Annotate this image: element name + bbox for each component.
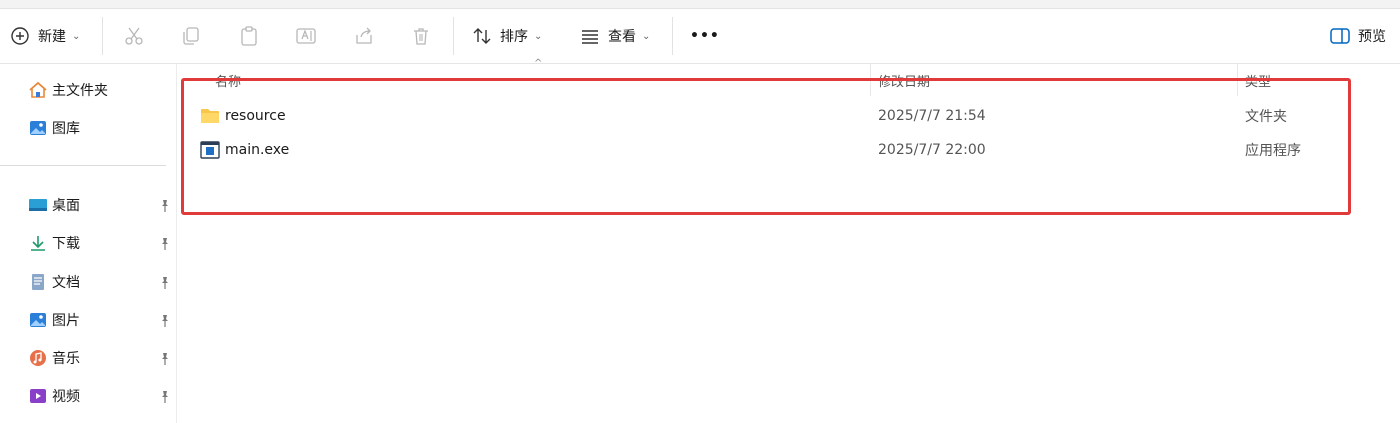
new-button[interactable]: 新建 ⌄ [8, 9, 80, 63]
sidebar-item-pictures[interactable]: 图片 [28, 308, 80, 332]
cut-button[interactable] [122, 9, 146, 63]
sidebar-item-label: 视频 [52, 389, 80, 405]
home-icon [28, 80, 48, 100]
scissors-icon [122, 24, 146, 48]
sidebar-item-documents[interactable]: 文档 [28, 270, 80, 294]
preview-pane-button[interactable]: 预览 [1328, 9, 1386, 63]
rename-button[interactable] [294, 9, 318, 63]
sort-button[interactable]: 排序 ⌄ [470, 9, 542, 63]
sidebar-item-label: 图片 [52, 313, 80, 329]
window-top-strip [0, 0, 1400, 9]
sort-arrows-icon [470, 24, 494, 48]
sidebar-item-gallery[interactable]: 图库 [28, 116, 80, 140]
toolbar-divider [102, 17, 103, 55]
rename-icon [294, 24, 318, 48]
pin-icon[interactable] [158, 313, 172, 327]
copy-button[interactable] [179, 9, 203, 63]
pictures-icon [28, 310, 48, 330]
sidebar-divider [0, 165, 166, 166]
gallery-icon [28, 118, 48, 138]
view-lines-icon [578, 24, 602, 48]
sidebar-item-videos[interactable]: 视频 [28, 384, 80, 408]
clipboard-icon [237, 24, 261, 48]
share-icon [352, 24, 376, 48]
new-label: 新建 [38, 29, 66, 45]
pin-icon[interactable] [158, 275, 172, 289]
toolbar-divider [453, 17, 454, 55]
download-icon [28, 233, 48, 253]
pin-icon[interactable] [158, 351, 172, 365]
pin-icon[interactable] [158, 389, 172, 403]
sidebar-item-label: 文档 [52, 275, 80, 291]
command-bar: 新建 ⌄ 排序 ⌄ 查看 ⌄ ••• 预览 [0, 9, 1400, 64]
sidebar-item-label: 音乐 [52, 351, 80, 367]
sidebar-item-home[interactable]: 主文件夹 [28, 78, 108, 102]
annotation-highlight-box [181, 78, 1351, 215]
sidebar-item-label: 下载 [52, 236, 80, 252]
chevron-down-icon: ⌄ [534, 30, 543, 42]
more-options-button[interactable]: ••• [690, 9, 720, 63]
paste-button[interactable] [237, 9, 261, 63]
view-button[interactable]: 查看 ⌄ [578, 9, 650, 63]
plus-circle-icon [8, 24, 32, 48]
sidebar-item-label: 主文件夹 [52, 83, 108, 99]
chevron-down-icon: ⌄ [642, 30, 651, 42]
sidebar-item-downloads[interactable]: 下载 [28, 231, 80, 255]
preview-pane-icon [1328, 24, 1352, 48]
more-icon: ••• [690, 28, 720, 44]
sort-label: 排序 [500, 29, 528, 45]
toolbar-divider [672, 17, 673, 55]
share-button[interactable] [352, 9, 376, 63]
preview-label: 预览 [1358, 29, 1386, 45]
view-label: 查看 [608, 29, 636, 45]
copy-icon [179, 24, 203, 48]
sidebar-item-label: 图库 [52, 121, 80, 137]
delete-button[interactable] [409, 9, 433, 63]
music-icon [28, 348, 48, 368]
video-icon [28, 386, 48, 406]
document-icon [28, 272, 48, 292]
desktop-icon [28, 195, 48, 215]
sidebar-item-label: 桌面 [52, 198, 80, 214]
trash-icon [409, 24, 433, 48]
chevron-down-icon: ⌄ [72, 30, 81, 42]
pin-icon[interactable] [158, 236, 172, 250]
navigation-pane: 主文件夹 图库 桌面 下载 文档 图片 音乐 视频 [0, 64, 177, 423]
sidebar-item-desktop[interactable]: 桌面 [28, 193, 80, 217]
sidebar-item-music[interactable]: 音乐 [28, 346, 80, 370]
pin-icon[interactable] [158, 198, 172, 212]
